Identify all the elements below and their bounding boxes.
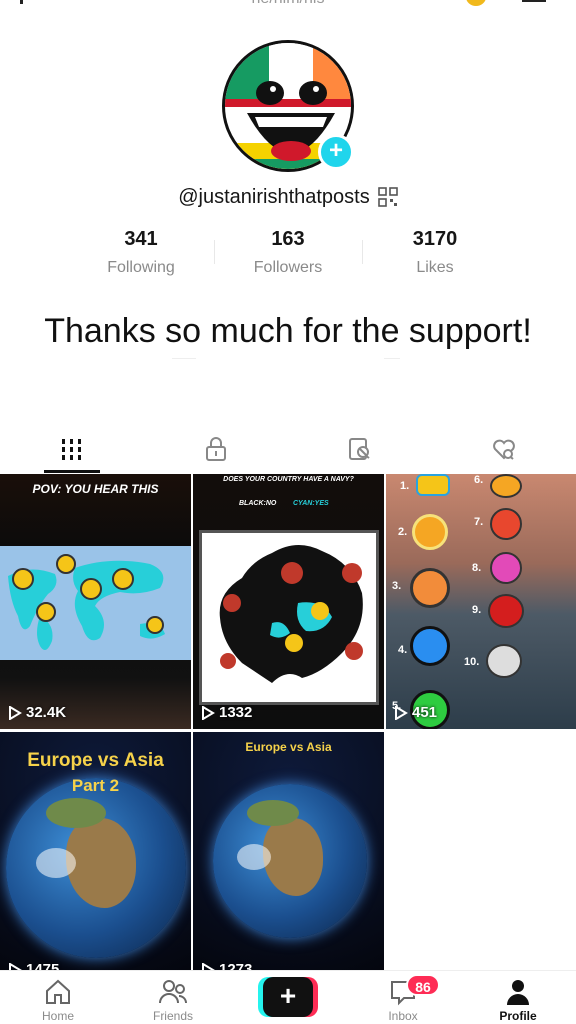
view-count-text: 1475 [26, 961, 60, 970]
tagged-icon [349, 438, 370, 460]
nav-label: Inbox [388, 1009, 418, 1023]
home-icon [46, 979, 70, 1004]
video-subtitle: Part 2 [71, 776, 120, 795]
active-tab-indicator [44, 470, 100, 473]
play-icon [202, 705, 215, 720]
video-caption: POV: YOU HEAR THIS [32, 482, 159, 496]
video-thumbnail[interactable]: Europe vs Asia 1273 [193, 732, 384, 970]
rank-face-icon [486, 644, 522, 678]
nav-profile[interactable]: Profile [468, 977, 568, 1023]
divider [172, 358, 196, 359]
play-icon [202, 962, 215, 970]
rank-label: 6. [474, 474, 484, 486]
legend-black: BLACK:NO [239, 500, 277, 507]
followers-label: Followers [253, 259, 323, 276]
followers-count: 163 [271, 228, 305, 250]
rank-face-icon [412, 514, 448, 550]
nav-home[interactable]: Home [8, 977, 108, 1023]
tab-videos[interactable] [0, 424, 144, 474]
friends-icon [159, 980, 187, 1004]
likes-count: 3170 [412, 228, 458, 250]
video-caption: DOES YOUR COUNTRY HAVE A NAVY? [223, 476, 354, 483]
play-icon [395, 705, 408, 720]
tab-private[interactable] [144, 424, 288, 474]
nav-friends[interactable]: Friends [123, 977, 223, 1023]
bottom-nav: Home Friends + Inbox Profile [0, 970, 576, 1024]
rank-label: 3. [392, 580, 402, 592]
pronouns-text: he/him/his [0, 0, 576, 8]
liked-icon [493, 439, 515, 460]
rank-label: 9. [472, 604, 482, 616]
play-icon [9, 705, 22, 720]
likes-label: Likes [416, 259, 454, 276]
stat-divider [214, 240, 215, 264]
rank-label: 1. [400, 480, 410, 492]
inbox-notification-badge: 86 [406, 974, 440, 996]
rank-face-icon [490, 508, 522, 540]
stat-divider [362, 240, 363, 264]
video-grid: POV: YOU HEAR THIS 32.4K DOES YOUR COUNT… [0, 474, 576, 970]
qr-code-icon[interactable] [377, 187, 398, 207]
status-strip: he/him/his [0, 0, 576, 12]
create-button[interactable]: + [258, 977, 318, 1017]
following-label: Following [107, 259, 175, 276]
stat-likes[interactable]: 3170 Likes [365, 228, 505, 277]
profile-stats: 341 Following 163 Followers 3170 Likes [0, 228, 576, 284]
view-count-text: 451 [412, 704, 438, 721]
add-avatar-button[interactable]: + [318, 134, 354, 170]
grid-icon [62, 439, 81, 460]
tab-liked[interactable] [432, 424, 576, 474]
view-count: 1332 [201, 704, 252, 721]
rank-face-icon [488, 594, 524, 628]
video-thumbnail[interactable]: DOES YOUR COUNTRY HAVE A NAVY? BLACK:NO … [193, 474, 384, 729]
lock-icon [206, 437, 226, 461]
view-count-text: 1273 [219, 961, 253, 970]
tab-tagged[interactable] [288, 424, 432, 474]
profile-tabs [0, 424, 576, 474]
rank-face-icon [410, 626, 450, 666]
rank-label: 4. [398, 644, 408, 656]
stat-following[interactable]: 341 Following [71, 228, 211, 277]
video-thumbnail[interactable]: POV: YOU HEAR THIS 32.4K [0, 474, 191, 729]
nav-label: Profile [499, 1009, 537, 1023]
nav-label: Home [41, 1009, 74, 1023]
europe-map [199, 530, 379, 705]
view-count-text: 32.4K [26, 704, 67, 721]
rank-face-icon [490, 474, 522, 498]
video-title: Europe vs Asia [245, 740, 332, 754]
menu-icon[interactable] [522, 0, 546, 2]
rank-face-icon [416, 474, 450, 496]
rank-face-icon [410, 568, 450, 608]
rank-label: 10. [464, 656, 480, 668]
divider [384, 358, 400, 359]
world-map [0, 546, 191, 660]
view-count-text: 1332 [219, 704, 253, 721]
play-icon [9, 962, 22, 970]
following-count: 341 [124, 228, 158, 250]
profile-icon [507, 980, 529, 1005]
bio-text[interactable]: Thanks so much for the support! [40, 300, 536, 362]
view-count: 451 [394, 704, 437, 721]
rank-label: 2. [398, 526, 408, 538]
globe-image [213, 784, 367, 938]
video-thumbnail[interactable]: 1. 2. 3. 4. 5. 6. 7. 8. 9. 10. 451 [386, 474, 576, 729]
view-count: 32.4K [8, 704, 66, 721]
view-count: 1273 [201, 961, 252, 970]
globe-image [6, 778, 186, 958]
legend-cyan: CYAN:YES [293, 500, 329, 507]
nav-label: Friends [152, 1009, 193, 1023]
rank-label: 8. [472, 562, 482, 574]
view-count: 1475 [8, 961, 59, 970]
plus-icon: + [263, 977, 313, 1017]
username: @justanirishthatposts [178, 185, 370, 208]
stat-followers[interactable]: 163 Followers [218, 228, 358, 277]
video-title: Europe vs Asia [27, 750, 164, 771]
rank-label: 7. [474, 516, 484, 528]
video-thumbnail[interactable]: Europe vs Asia Part 2 1475 [0, 732, 191, 970]
rank-face-icon [490, 552, 522, 584]
